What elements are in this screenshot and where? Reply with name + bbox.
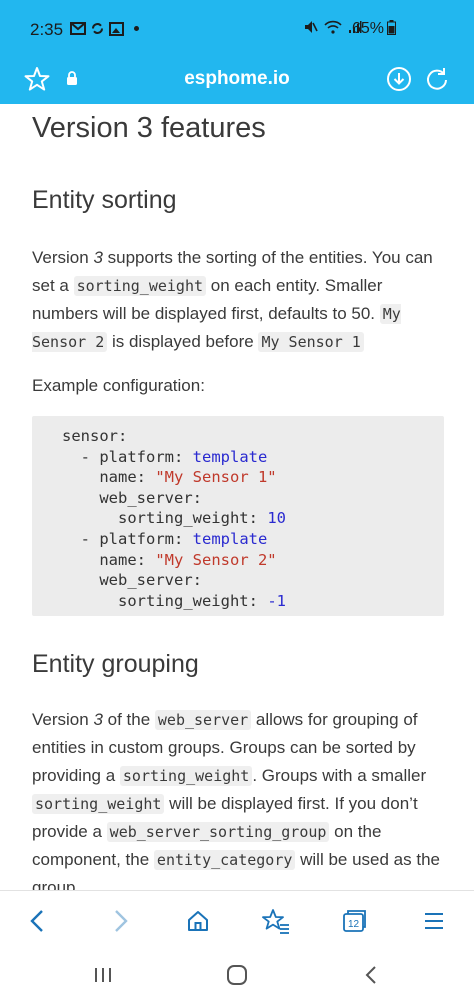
browser-bottom-nav: 12 — [0, 890, 474, 950]
inline-code: My Sensor 1 — [258, 332, 364, 352]
inline-code: sorting_weight — [32, 794, 165, 814]
download-icon[interactable] — [386, 66, 412, 92]
forward-button[interactable] — [102, 903, 138, 939]
notification-icons — [70, 21, 139, 36]
more-notifications-dot — [134, 26, 139, 31]
bookmark-star-icon — [262, 909, 289, 934]
battery-icon — [387, 20, 396, 35]
tabs-button[interactable]: 12 — [336, 903, 372, 939]
bookmarks-button[interactable] — [258, 903, 294, 939]
example-label: Example configuration: — [32, 376, 205, 395]
inline-code: web_server_sorting_group — [106, 822, 330, 842]
home-button[interactable] — [180, 903, 216, 939]
page-content[interactable]: Version 3 features Entity sorting Versio… — [32, 104, 446, 890]
recent-apps-icon — [95, 968, 111, 982]
back-nav-button[interactable] — [356, 962, 386, 988]
home-icon — [188, 911, 208, 931]
mute-icon — [305, 21, 318, 33]
section-heading-entity-sorting: Entity sorting — [32, 186, 177, 214]
mail-icon — [70, 22, 86, 35]
paragraph-entity-grouping: Version 3 of the web_server allows for g… — [32, 710, 440, 890]
battery-percent: 65% — [351, 20, 384, 37]
tabs-count: 12 — [348, 919, 360, 930]
back-button[interactable] — [20, 903, 56, 939]
status-bar: 2:35 65% — [0, 0, 474, 58]
address-bar[interactable]: esphome.io — [0, 58, 474, 104]
inline-code: sorting_weight — [119, 766, 253, 786]
menu-button[interactable] — [416, 903, 452, 939]
reload-icon[interactable] — [424, 66, 450, 92]
sync-icon — [92, 23, 103, 34]
menu-icon — [425, 913, 443, 929]
page-title: Version 3 features — [32, 112, 266, 144]
code-block: sensor: - platform: template name: "My S… — [32, 416, 444, 616]
paragraph-entity-sorting: Version 3 supports the sorting of the en… — [32, 248, 433, 352]
tabs-icon: 12 — [343, 910, 366, 932]
top-bar: 2:35 65% esphome.io — [0, 0, 474, 104]
code-text: sensor: - platform: template name: "My S… — [62, 427, 286, 610]
status-time: 2:35 — [30, 20, 64, 39]
system-nav-bar — [0, 950, 474, 1000]
wifi-icon — [324, 20, 342, 34]
recent-apps-button[interactable] — [88, 962, 118, 988]
inline-code: web_server — [154, 710, 252, 730]
section-heading-entity-grouping: Entity grouping — [32, 650, 199, 678]
back-icon — [30, 910, 43, 932]
inline-code: sorting_weight — [73, 276, 207, 296]
back-nav-icon — [365, 966, 376, 984]
inline-code: entity_category — [153, 850, 296, 870]
image-icon — [109, 21, 124, 36]
home-nav-icon — [227, 965, 247, 985]
home-nav-button[interactable] — [222, 962, 252, 988]
forward-icon — [115, 910, 128, 932]
